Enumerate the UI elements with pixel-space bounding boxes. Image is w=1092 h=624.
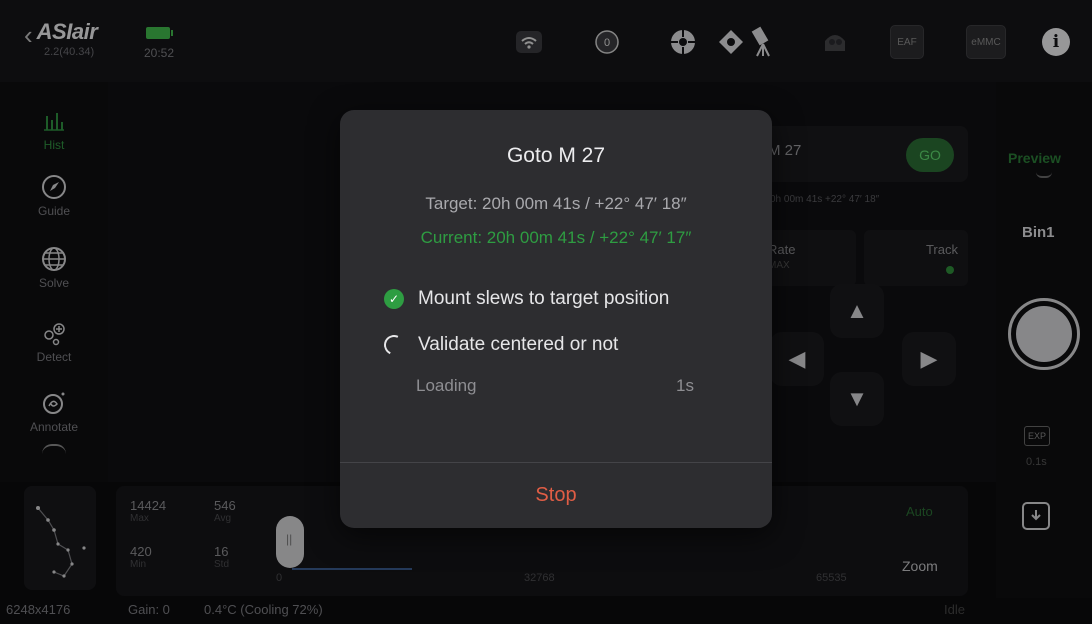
step-slew-label: Mount slews to target position: [418, 288, 670, 309]
dialog-title: Goto M 27: [506, 144, 606, 167]
step-validate-label: Validate centered or not: [418, 334, 619, 355]
step-slew: ✓ Mount slews to target position: [384, 288, 669, 310]
loading-spinner-icon: [381, 332, 407, 358]
stop-button[interactable]: Stop: [340, 462, 772, 528]
step-validate: Validate centered or not: [381, 332, 619, 358]
loading-time: 1s: [676, 376, 694, 395]
goto-dialog: Goto M 27 Target: 20h 00m 41s / +22° 47′…: [340, 110, 772, 528]
checkmark-icon: ✓: [384, 289, 404, 309]
current-coordinates-text: Current: 20h 00m 41s / +22° 47′ 17″: [420, 228, 692, 247]
loading-label: Loading: [416, 376, 477, 395]
target-coordinates-text: Target: 20h 00m 41s / +22° 47′ 18″: [425, 194, 687, 213]
